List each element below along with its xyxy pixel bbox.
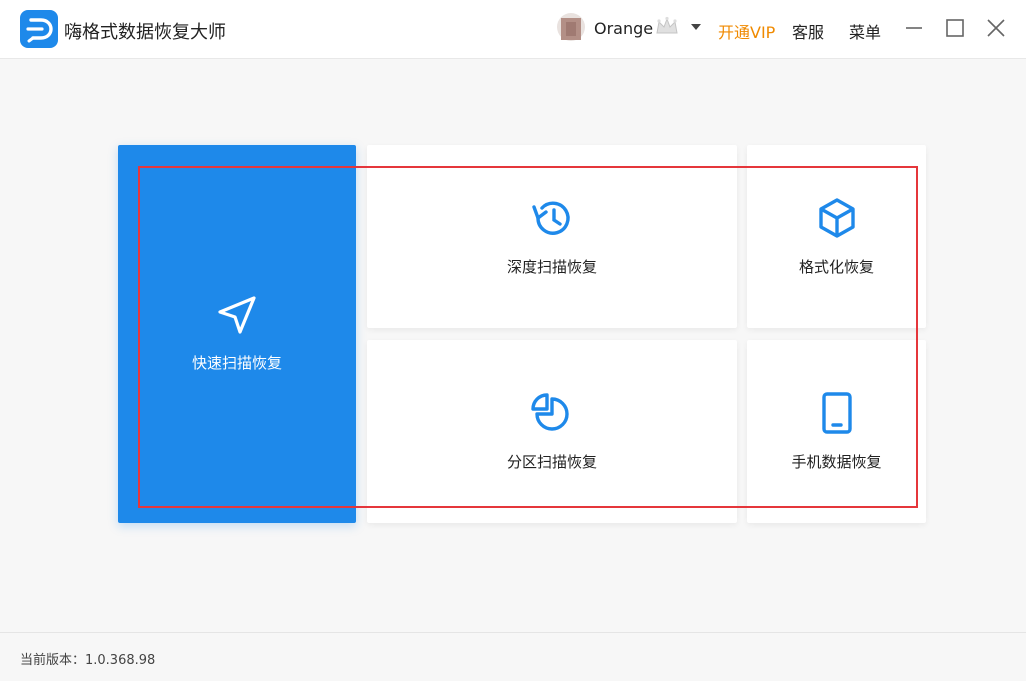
crown-icon: [656, 16, 678, 34]
caret-down-icon[interactable]: [690, 23, 702, 31]
deep-scan-recovery-card[interactable]: 深度扫描恢复: [367, 145, 737, 328]
minimize-icon[interactable]: [904, 18, 924, 38]
format-recovery-label: 格式化恢复: [798, 258, 874, 276]
vip-button[interactable]: 开通VIP: [718, 19, 775, 43]
navigation-arrow-icon: [218, 296, 256, 334]
avatar[interactable]: [556, 12, 586, 42]
customer-service-button[interactable]: 客服: [792, 19, 824, 43]
status-bar: 当前版本：1.0.368.98: [0, 632, 1026, 681]
phone-data-recovery-card[interactable]: 手机数据恢复: [747, 340, 926, 523]
app-title: 嗨格式数据恢复大师: [64, 22, 226, 43]
username[interactable]: Orange: [594, 19, 653, 38]
title-bar: 嗨格式数据恢复大师 Orange 开通VIP 客服 菜单: [0, 0, 1026, 59]
maximize-icon[interactable]: [945, 18, 965, 38]
app-logo-icon: [20, 10, 58, 48]
app-window: 嗨格式数据恢复大师 Orange 开通VIP 客服 菜单 快速扫描恢复 深度扫描…: [0, 0, 1026, 681]
format-recovery-card[interactable]: 格式化恢复: [747, 145, 926, 328]
pie-chart-icon: [531, 393, 569, 431]
history-clock-icon: [532, 201, 570, 235]
version-text: 当前版本：1.0.368.98: [20, 653, 156, 668]
tablet-icon: [821, 392, 852, 434]
quick-scan-recovery-card[interactable]: 快速扫描恢复: [118, 145, 356, 523]
partition-scan-label: 分区扫描恢复: [506, 453, 597, 471]
close-icon[interactable]: [986, 18, 1006, 38]
quick-scan-label: 快速扫描恢复: [191, 354, 282, 372]
partition-scan-recovery-card[interactable]: 分区扫描恢复: [367, 340, 737, 523]
deep-scan-label: 深度扫描恢复: [506, 258, 597, 276]
cube-icon: [818, 198, 855, 238]
phone-data-label: 手机数据恢复: [791, 453, 882, 471]
menu-button[interactable]: 菜单: [849, 19, 881, 43]
